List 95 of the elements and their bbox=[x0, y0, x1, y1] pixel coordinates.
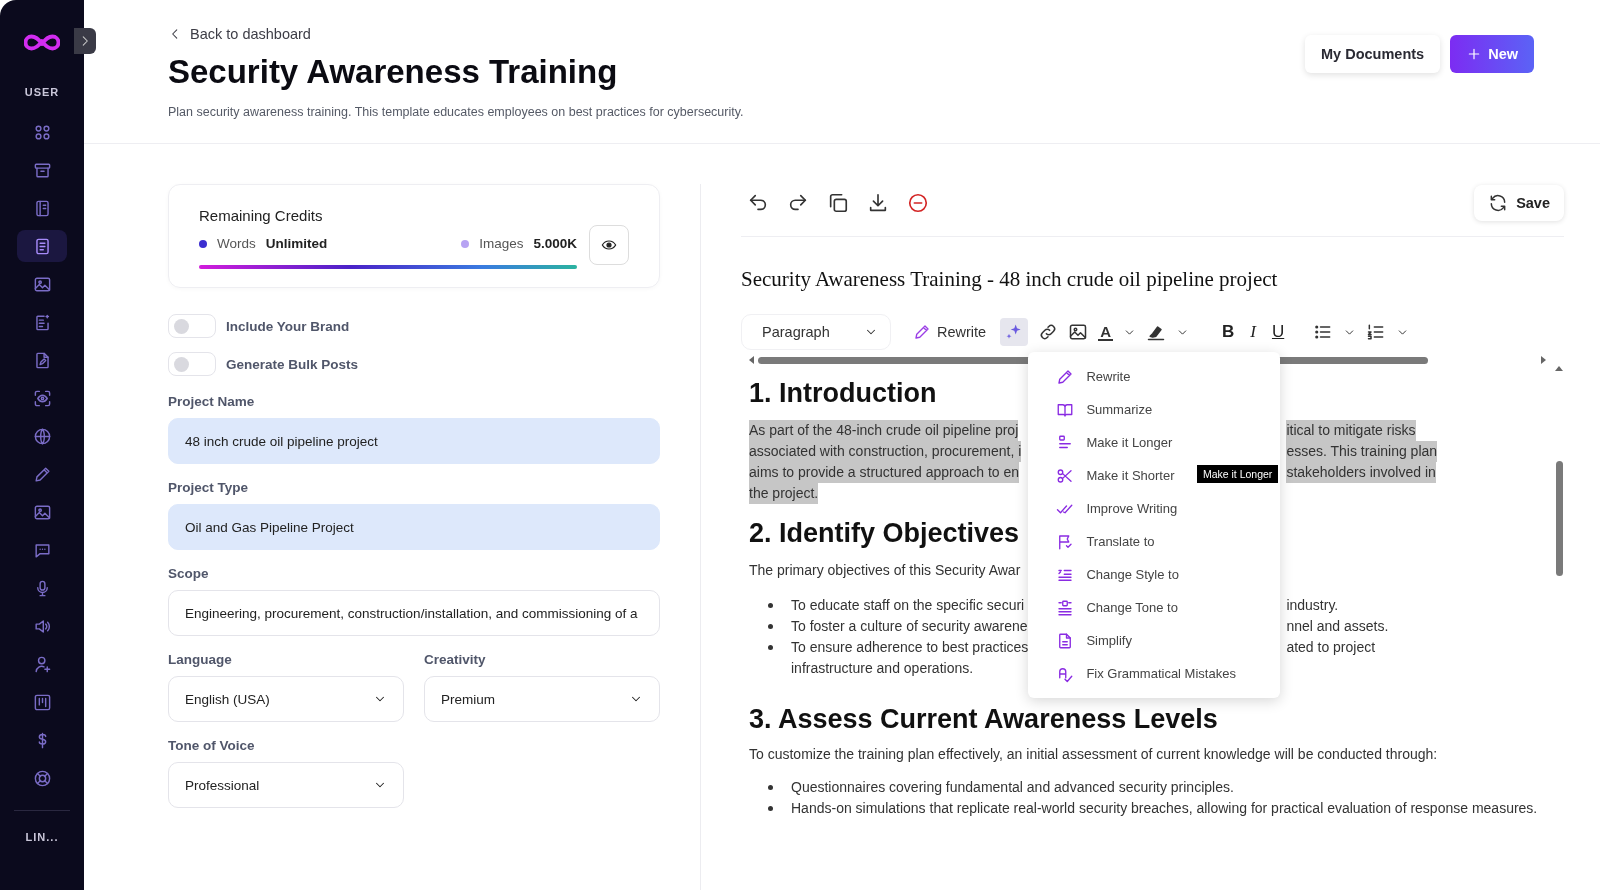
flag-icon bbox=[1056, 532, 1075, 551]
list-item-text: Hands-on simulations that replicate real-world security breaches, allowing for practical evaluation of response measures. bbox=[791, 799, 1538, 818]
pencil-icon bbox=[913, 323, 931, 341]
credit-value: Unlimited bbox=[265, 236, 328, 251]
section-heading: 1. Introduction bbox=[749, 377, 937, 409]
list-item-text: industry. bbox=[1286, 596, 1339, 615]
italic-button[interactable]: I bbox=[1247, 322, 1259, 342]
input-field[interactable]: 48 inch crude oil pipeline project bbox=[168, 418, 660, 464]
scissors-icon bbox=[1056, 466, 1075, 485]
list-item-text: ated to project bbox=[1286, 638, 1376, 657]
list-item-text: To educate staff on the specific securi bbox=[791, 596, 1025, 615]
paragraph-text: stakeholders involved in bbox=[1286, 462, 1436, 483]
visibility-button[interactable] bbox=[589, 225, 629, 265]
card-title: Remaining Credits bbox=[199, 207, 324, 224]
list-item-text: nnel and assets. bbox=[1286, 617, 1389, 636]
globe-icon bbox=[32, 426, 52, 446]
section-heading: 3. Assess Current Awareness Levels bbox=[749, 703, 1218, 735]
new-button[interactable]: New bbox=[1450, 34, 1534, 73]
underline-button[interactable]: U bbox=[1268, 322, 1288, 342]
collapse-button[interactable] bbox=[74, 28, 96, 54]
page-title: Security Awareness Training bbox=[168, 53, 619, 91]
input-field[interactable]: Engineering, procurement, construction/installation, and commissioning of a bbox=[168, 590, 660, 636]
user-plus-icon bbox=[32, 654, 52, 674]
toggle-switch[interactable] bbox=[168, 352, 216, 376]
menu-item[interactable]: Simplify bbox=[1028, 624, 1281, 657]
image-icon bbox=[32, 274, 52, 294]
paragraph-text: associated with construction, procurement, i bbox=[749, 441, 1022, 462]
field-label: Creativity bbox=[424, 652, 487, 667]
toggle-switch[interactable] bbox=[168, 314, 216, 338]
toggle-label: Generate Bulk Posts bbox=[226, 356, 359, 372]
board-icon bbox=[32, 692, 52, 712]
field-label: Project Name bbox=[168, 394, 256, 409]
copy-icon[interactable] bbox=[827, 192, 849, 214]
paragraph-text: As part of the 48-inch crude oil pipeline proj bbox=[749, 420, 1019, 441]
minus-circle-icon[interactable] bbox=[907, 192, 929, 214]
menu-item[interactable]: Change Style to bbox=[1028, 558, 1281, 591]
list-item-text: Questionnaires covering fundamental and advanced security principles. bbox=[791, 778, 1234, 797]
menu-item[interactable]: Improve Writing bbox=[1028, 492, 1281, 525]
document-title: Security Awareness Training - 48 inch crude oil pipeline project bbox=[741, 267, 1279, 292]
section-heading: 2. Identify Objectives bbox=[749, 517, 1020, 549]
section-label: USER bbox=[24, 86, 60, 98]
save-button[interactable]: Save bbox=[1474, 185, 1564, 221]
paragraph-text: itical to mitigate risks bbox=[1286, 420, 1416, 441]
menu-item[interactable]: Rewrite bbox=[1028, 360, 1281, 393]
field-label: Tone of Voice bbox=[168, 738, 256, 753]
block-style-dropdown[interactable]: Paragraph bbox=[741, 314, 891, 350]
page-description: Plan security awareness training. This template educates employees on best practices for cybersecurity. bbox=[168, 105, 744, 119]
list-item-text: infrastructure and operations. bbox=[791, 659, 974, 678]
archive-box-icon bbox=[32, 160, 52, 180]
select-field[interactable]: English (USA) bbox=[168, 676, 404, 722]
select-field[interactable]: Premium bbox=[424, 676, 660, 722]
ai-button[interactable] bbox=[1000, 318, 1029, 346]
apps-grid-icon bbox=[32, 122, 52, 142]
bullet-icon bbox=[767, 645, 773, 650]
bold-button[interactable]: B bbox=[1219, 322, 1238, 342]
list-item-text: To foster a culture of security awarene bbox=[791, 617, 1028, 636]
input-field[interactable]: Oil and Gas Pipeline Project bbox=[168, 504, 660, 550]
menu-item[interactable]: Translate to bbox=[1028, 525, 1281, 558]
menu-item[interactable]: Change Tone to bbox=[1028, 591, 1281, 624]
sidebar-item[interactable] bbox=[17, 230, 67, 262]
paragraph-text: the project. bbox=[749, 483, 819, 504]
image-icon bbox=[32, 502, 52, 522]
my-documents-button[interactable]: My Documents bbox=[1305, 34, 1441, 73]
download-icon[interactable] bbox=[867, 192, 889, 214]
bullet-icon bbox=[767, 624, 773, 629]
eye-scan-icon bbox=[32, 388, 52, 408]
credit-value: 5.000K bbox=[533, 236, 577, 251]
field-label: Scope bbox=[168, 566, 210, 581]
image-icon[interactable] bbox=[1068, 322, 1089, 342]
back-link[interactable]: Back to dashboard bbox=[168, 26, 311, 42]
select-field[interactable]: Professional bbox=[168, 762, 404, 808]
lifebuoy-icon bbox=[32, 768, 52, 788]
rewrite-button[interactable]: Rewrite bbox=[909, 323, 991, 341]
field-label: Language bbox=[168, 652, 233, 667]
list-item-text: To ensure adherence to best practices bbox=[791, 638, 1029, 657]
paragraph-text: esses. This training plan bbox=[1286, 441, 1438, 462]
credit-label: Images bbox=[479, 236, 524, 251]
menu-item[interactable]: Summarize bbox=[1028, 393, 1281, 426]
paragraph-text: The primary objectives of this Security Awar bbox=[749, 561, 1021, 580]
paragraph-text: To customize the training plan effectively, an initial assessment of current knowledge will be conducted through: bbox=[749, 745, 1439, 764]
paragraph-text: aims to provide a structured approach to en bbox=[749, 462, 1020, 483]
pencil-icon bbox=[32, 464, 52, 484]
menu-item[interactable]: Fix Grammatical Mistakes bbox=[1028, 657, 1281, 690]
eye-icon bbox=[601, 237, 617, 253]
field-label: Project Type bbox=[168, 480, 250, 495]
section-label: LIN... bbox=[25, 831, 59, 843]
tooltip: Make it Longer bbox=[1196, 465, 1279, 483]
credit-label: Words bbox=[217, 236, 256, 251]
toggle-label: Include Your Brand bbox=[226, 318, 350, 334]
menu-item[interactable]: Make it Longer bbox=[1028, 426, 1281, 459]
bullet-icon bbox=[767, 785, 773, 790]
bullet-icon bbox=[767, 806, 773, 811]
bullet-icon bbox=[767, 603, 773, 608]
text-lines-icon bbox=[1056, 598, 1075, 617]
text-color-button[interactable]: A bbox=[1098, 323, 1113, 341]
